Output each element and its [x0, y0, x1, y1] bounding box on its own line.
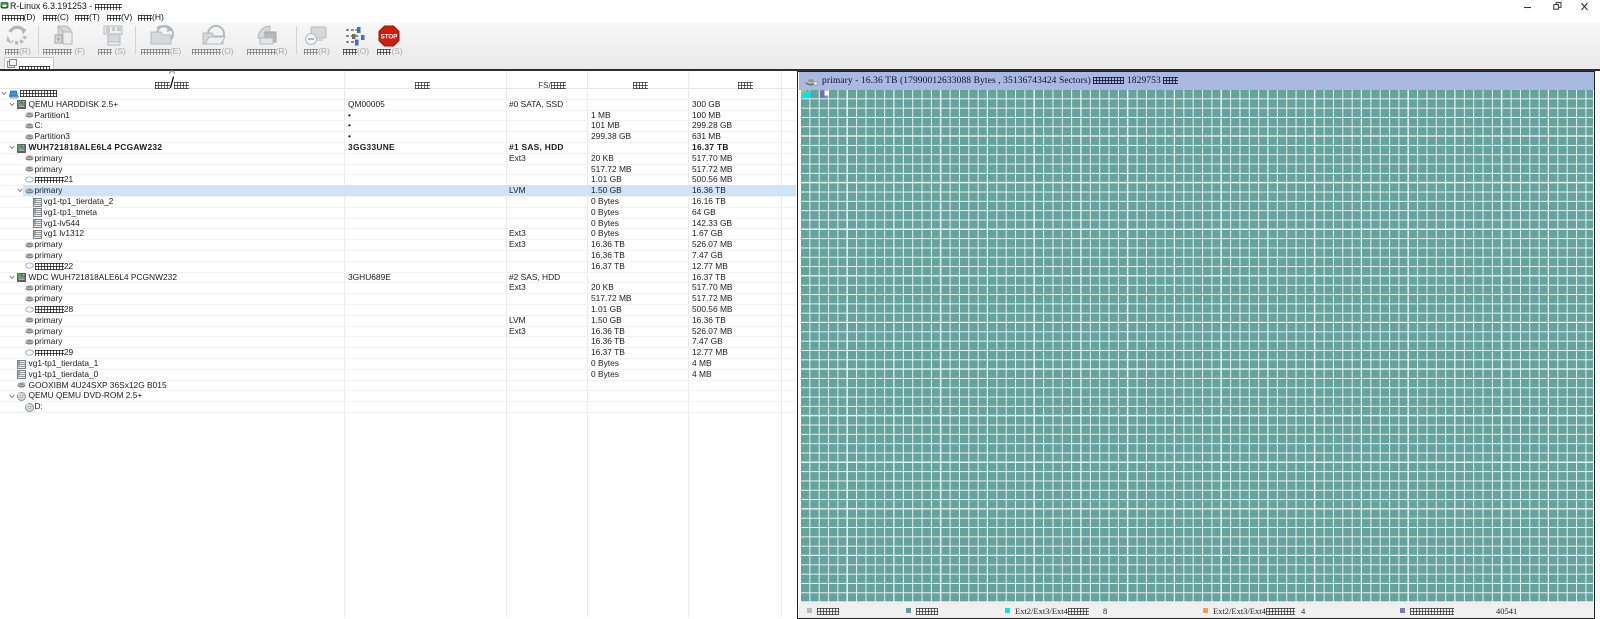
svg-text:STOP: STOP: [381, 34, 398, 41]
